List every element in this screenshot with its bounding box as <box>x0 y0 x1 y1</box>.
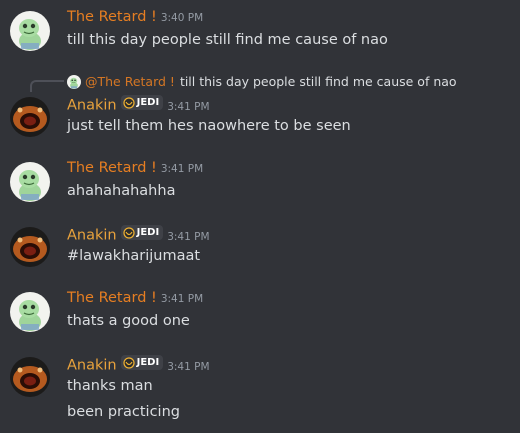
reply-mention[interactable]: @The Retard ! <box>85 74 175 89</box>
username[interactable]: Anakin <box>67 358 117 374</box>
username[interactable]: The Retard ! <box>67 9 157 25</box>
timestamp: 3:41 PM <box>160 163 204 175</box>
fish-avatar-icon[interactable] <box>10 357 50 397</box>
fish-avatar-icon[interactable] <box>10 97 50 137</box>
timestamp: 3:41 PM <box>167 100 210 113</box>
username[interactable]: The Retard ! <box>67 290 157 306</box>
timestamp: 3:41 PM <box>167 360 210 373</box>
role-badge: JEDI <box>120 95 164 110</box>
reply-spine <box>30 80 64 92</box>
timestamp: 3:41 PM <box>167 230 210 243</box>
dino-avatar-icon[interactable] <box>10 11 50 51</box>
message-text: just tell them hes naowhere to be seen <box>67 118 351 134</box>
message-text: ahahahahahha <box>67 183 176 199</box>
fish-avatar-icon[interactable] <box>10 227 50 267</box>
message-text: thanks man <box>67 378 153 394</box>
username[interactable]: Anakin <box>67 228 117 244</box>
role-badge: JEDI <box>120 355 164 370</box>
dino-avatar-icon <box>67 75 81 89</box>
jedi-icon <box>123 97 135 109</box>
username[interactable]: The Retard ! <box>67 160 157 176</box>
jedi-icon <box>123 357 135 369</box>
timestamp: 3:41 PM <box>160 293 204 305</box>
dino-avatar-icon[interactable] <box>10 162 50 202</box>
message-text: thats a good one <box>67 313 190 329</box>
reply-preview[interactable]: @The Retard ! till this day people still… <box>67 74 457 89</box>
role-badge: JEDI <box>120 225 164 240</box>
message-text: till this day people still find me cause… <box>67 32 388 48</box>
timestamp: 3:40 PM <box>160 12 204 24</box>
reply-text: till this day people still find me cause… <box>179 74 457 89</box>
username[interactable]: Anakin <box>67 98 117 114</box>
dino-avatar-icon[interactable] <box>10 292 50 332</box>
jedi-icon <box>123 227 135 239</box>
message-text: #lawakharijumaat <box>67 248 201 264</box>
message-text: been practicing <box>67 404 180 420</box>
